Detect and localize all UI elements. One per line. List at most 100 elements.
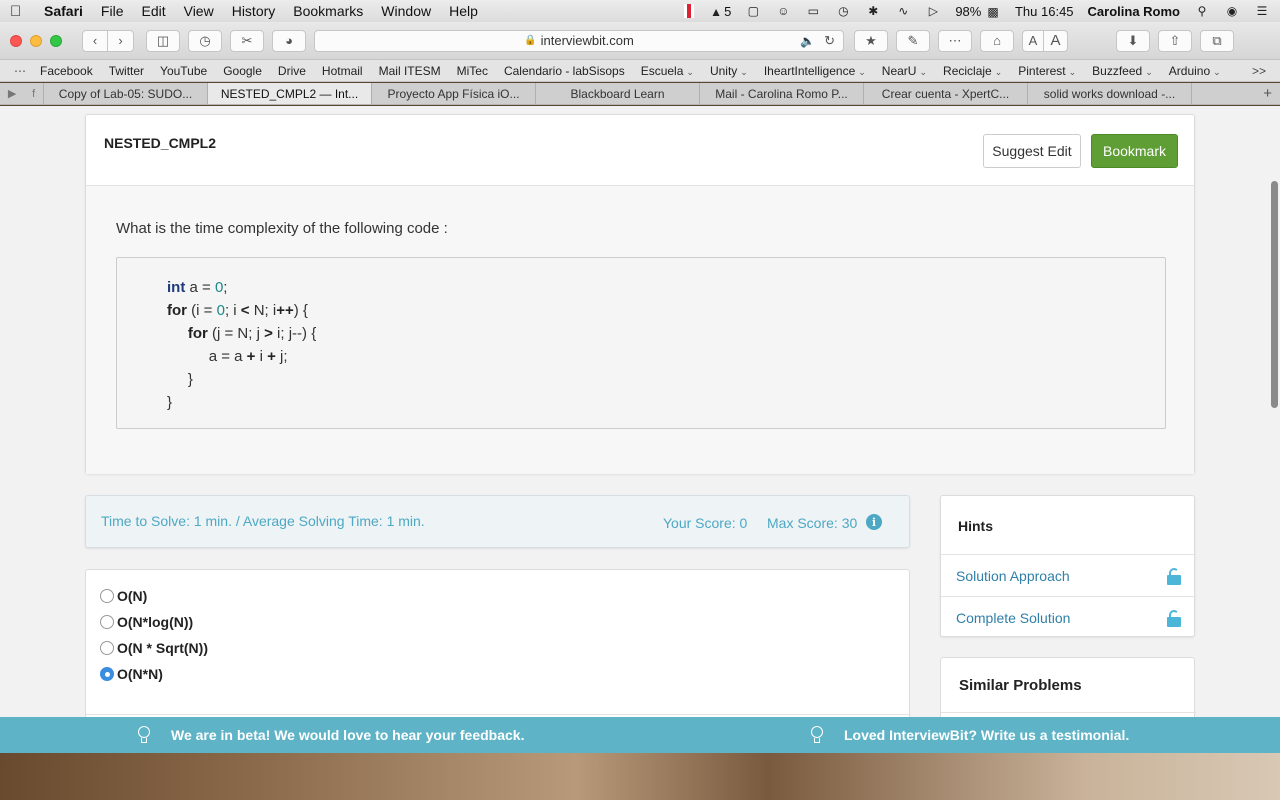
menu-edit[interactable]: Edit (141, 3, 165, 19)
radio-button-selected[interactable] (100, 667, 114, 681)
minimize-window-button[interactable] (30, 34, 42, 47)
spotlight-search-icon[interactable]: ⚲ (1194, 4, 1210, 18)
zoom-window-button[interactable] (50, 34, 62, 47)
apps-button[interactable]: ⋯ (938, 29, 972, 52)
hint-solution-approach[interactable]: Solution Approach (941, 554, 1196, 596)
cast-icon[interactable]: ▢ (745, 4, 761, 18)
notification-center-icon[interactable]: ☰ (1254, 4, 1270, 18)
hint-complete-solution[interactable]: Complete Solution (941, 596, 1196, 638)
bookmarks-bar: ⋯ Facebook Twitter YouTube Google Drive … (0, 60, 1280, 82)
wifi-icon[interactable]: ∿ (895, 4, 911, 18)
option-o-n2[interactable]: O(N*N) (100, 666, 163, 682)
forward-button[interactable]: › (108, 29, 134, 52)
problem-title: NESTED_CMPL2 (104, 135, 217, 151)
menu-history[interactable]: History (232, 3, 276, 19)
home-button[interactable]: ⌂ (980, 29, 1014, 52)
tab-crear-cuenta[interactable]: Crear cuenta - XpertC... (864, 83, 1028, 104)
text-smaller-button[interactable]: A (1022, 29, 1044, 52)
tab-solidworks[interactable]: solid works download -... (1028, 83, 1192, 104)
clock-icon: ◷ (199, 32, 211, 48)
menu-file[interactable]: File (101, 3, 124, 19)
option-o-nsqrtn[interactable]: O(N * Sqrt(N)) (100, 640, 208, 656)
bookmark-folder-reciclaje[interactable]: Reciclaje ⌄ (943, 64, 1002, 78)
share-button[interactable]: ⇧ (1158, 29, 1192, 52)
text-larger-button[interactable]: A (1044, 29, 1068, 52)
downloads-button[interactable]: ⬇ (1116, 29, 1150, 52)
tabs-overview-button[interactable]: ⧉ (1200, 29, 1234, 52)
sidebar-button[interactable]: ◫ (146, 29, 180, 52)
reload-icon[interactable]: ↻ (824, 33, 835, 49)
bookmark-folder-iheartintelligence[interactable]: IheartIntelligence ⌄ (764, 64, 866, 78)
airplay-icon[interactable]: ▭ (805, 4, 821, 18)
menu-window[interactable]: Window (381, 3, 431, 19)
user-name[interactable]: Carolina Romo (1088, 4, 1180, 19)
chevron-down-icon: ⌄ (686, 66, 694, 77)
back-button[interactable]: ‹ (82, 29, 108, 52)
radio-button[interactable] (100, 589, 114, 603)
pinned-youtube-tab-icon[interactable]: ▶ (8, 87, 16, 100)
hints-title: Hints (958, 518, 993, 534)
history-button[interactable]: ◷ (188, 29, 222, 52)
annotate-button[interactable]: ✎ (896, 29, 930, 52)
bookmark-google[interactable]: Google (223, 64, 262, 78)
menu-view[interactable]: View (184, 3, 214, 19)
bookmark-youtube[interactable]: YouTube (160, 64, 207, 78)
navigation-buttons: ‹ › (82, 29, 134, 52)
chevron-right-icon: › (118, 33, 123, 48)
tab-nested-cmpl2[interactable]: NESTED_CMPL2 — Int... (208, 83, 372, 104)
radio-button[interactable] (100, 615, 114, 629)
address-bar[interactable]: 🔒 interviewbit.com 🔈 ↻ (314, 29, 844, 52)
menu-help[interactable]: Help (449, 3, 478, 19)
problem-card: NESTED_CMPL2 Suggest Edit Bookmark What … (85, 114, 1195, 474)
bookmark-facebook[interactable]: Facebook (40, 64, 93, 78)
bookmark-calendario[interactable]: Calendario - labSisops (504, 64, 625, 78)
top-sites-icon[interactable]: ⋯ (14, 64, 26, 78)
menu-safari[interactable]: Safari (44, 3, 83, 19)
bookmark-folder-pinterest[interactable]: Pinterest ⌄ (1018, 64, 1076, 78)
clock[interactable]: Thu 16:45 (1015, 4, 1074, 19)
bookmark-folder-unity[interactable]: Unity ⌄ (710, 64, 748, 78)
pinned-facebook-tab-icon[interactable]: f (32, 88, 35, 100)
testimonial-link[interactable]: Loved InterviewBit? Write us a testimoni… (810, 726, 1129, 744)
bookmark-star-button[interactable]: ★ (854, 29, 888, 52)
audio-playing-icon[interactable]: 🔈 (800, 34, 815, 48)
bookmark-hotmail[interactable]: Hotmail (322, 64, 363, 78)
bookmark-folder-arduino[interactable]: Arduino ⌄ (1169, 64, 1221, 78)
bookmark-folder-buzzfeed[interactable]: Buzzfeed ⌄ (1092, 64, 1153, 78)
bookmark-folder-nearu[interactable]: NearU ⌄ (882, 64, 927, 78)
bookmarks-overflow-button[interactable]: >> (1252, 64, 1266, 78)
close-window-button[interactable] (10, 34, 22, 47)
apple-icon[interactable]:  (10, 3, 26, 20)
tab-lab05[interactable]: Copy of Lab-05: SUDO... (44, 83, 208, 104)
bookmark-twitter[interactable]: Twitter (109, 64, 144, 78)
cat-icon[interactable]: ☺ (775, 4, 791, 18)
bookmark-mitec[interactable]: MiTec (457, 64, 488, 78)
tab-mail[interactable]: Mail - Carolina Romo P... (700, 83, 864, 104)
beta-feedback-link[interactable]: We are in beta! We would love to hear yo… (137, 726, 524, 744)
bookmark-mail-itesm[interactable]: Mail ITESM (379, 64, 441, 78)
bookmark-drive[interactable]: Drive (278, 64, 306, 78)
suggest-edit-button[interactable]: Suggest Edit (983, 134, 1081, 168)
new-tab-button[interactable]: + (1192, 83, 1280, 104)
bluetooth-icon[interactable]: ✱ (865, 4, 881, 18)
reader-button[interactable]: ◕ (272, 29, 306, 52)
option-o-nlogn[interactable]: O(N*log(N)) (100, 614, 193, 630)
option-o-n[interactable]: O(N) (100, 588, 147, 604)
feedback-bar: We are in beta! We would love to hear yo… (0, 717, 1280, 753)
tab-blackboard[interactable]: Blackboard Learn (536, 83, 700, 104)
tab-proyecto-app[interactable]: Proyecto App Física iO... (372, 83, 536, 104)
siri-icon[interactable]: ◉ (1224, 4, 1240, 18)
volume-icon[interactable]: ▷ (925, 4, 941, 18)
info-icon[interactable]: i (866, 514, 882, 530)
bookmark-button[interactable]: Bookmark (1091, 134, 1178, 168)
recording-icon[interactable] (684, 4, 695, 18)
battery-status[interactable]: 98% ▩ (955, 4, 1001, 19)
radio-button[interactable] (100, 641, 114, 655)
bookmark-folder-escuela[interactable]: Escuela ⌄ (641, 64, 694, 78)
page-scrollbar[interactable] (1271, 181, 1278, 408)
code-line: a = a + i + j; (208, 348, 288, 365)
menu-bookmarks[interactable]: Bookmarks (293, 3, 363, 19)
time-machine-icon[interactable]: ◷ (835, 4, 851, 18)
adobe-badge[interactable]: ▲ 5 (708, 4, 731, 19)
extension-button[interactable]: ✂ (230, 29, 264, 52)
